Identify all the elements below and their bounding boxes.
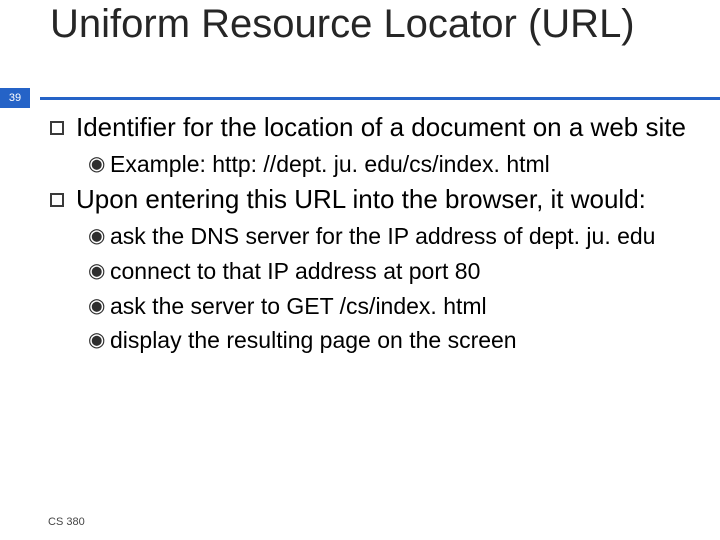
hollow-square-icon [50,121,64,135]
title-underline [40,97,720,100]
target-bullet-icon: ◉ [88,222,102,249]
bullet-text: Identifier for the location of a documen… [76,112,700,144]
bullet-text: ask the DNS server for the IP address of… [110,222,700,251]
bullet-text: Upon entering this URL into the browser,… [76,184,700,216]
bullet-text: Example: http: //dept. ju. edu/cs/index.… [110,150,700,179]
bullet-level1: Identifier for the location of a documen… [50,112,700,144]
slide-number-badge: 39 [0,88,30,108]
bullet-text: display the resulting page on the screen [110,326,700,355]
bullet-level2: ◉ display the resulting page on the scre… [88,326,700,355]
bullet-level2: ◉ connect to that IP address at port 80 [88,257,700,286]
bullet-level2: ◉ ask the server to GET /cs/index. html [88,292,700,321]
title-area: Uniform Resource Locator (URL) [50,0,700,47]
target-bullet-icon: ◉ [88,257,102,284]
slide-number: 39 [9,92,21,104]
footer-course-code: CS 380 [48,516,85,528]
bullet-text: connect to that IP address at port 80 [110,257,700,286]
bullet-level2: ◉ Example: http: //dept. ju. edu/cs/inde… [88,150,700,179]
slide-content: Identifier for the location of a documen… [50,112,700,361]
target-bullet-icon: ◉ [88,326,102,353]
hollow-square-icon [50,193,64,207]
bullet-level2: ◉ ask the DNS server for the IP address … [88,222,700,251]
bullet-level1: Upon entering this URL into the browser,… [50,184,700,216]
target-bullet-icon: ◉ [88,292,102,319]
bullet-text: ask the server to GET /cs/index. html [110,292,700,321]
target-bullet-icon: ◉ [88,150,102,177]
slide-title: Uniform Resource Locator (URL) [50,0,700,47]
